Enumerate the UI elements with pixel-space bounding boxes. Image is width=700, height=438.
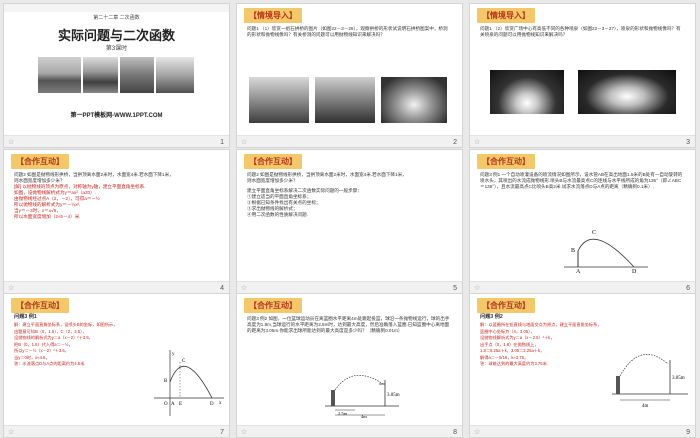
star-icon[interactable]: ☆: [474, 284, 480, 292]
slide-1-footer: ☆ 1: [4, 135, 229, 147]
star-icon[interactable]: ☆: [241, 138, 247, 146]
sprinkler-diagram: B C A D: [564, 230, 648, 273]
text-line: 解：以篮圈所在铅直线与地面交点为原点，建立平面直角坐标系，: [480, 322, 602, 327]
label-b: B: [164, 379, 168, 384]
slide-7-footer: ☆ 7: [4, 425, 229, 437]
slide-2-text: 问题1 （1）欣赏一组石拱桥的图片（如图22－3－26），观察拱桥的形状试说明石…: [247, 26, 448, 37]
slide-1-website: 第一PPT模板网-WWW.1PPT.COM: [70, 113, 163, 119]
slide-thumbnail-9[interactable]: 【合作互动】 问题3 例2 解：以篮圈所在铅直线与地面交点为原点，建立平面直角坐…: [469, 293, 696, 438]
slide-9-footer: ☆ 9: [470, 425, 695, 437]
ball-parabola: [334, 375, 384, 391]
text-line: 所以水面宽度增加（2√6－4）米.: [14, 214, 81, 219]
label-c: C: [182, 359, 186, 364]
label-y: y: [172, 352, 175, 357]
slide-8-tag: 【合作互动】: [244, 298, 302, 313]
slide-3-tag: 【情境导入】: [477, 8, 535, 23]
label-a: A: [171, 402, 175, 407]
player-figure: [616, 376, 620, 394]
label-height: 3.05m: [387, 393, 400, 398]
label-c: C: [592, 230, 596, 236]
label-height: 3.05m: [672, 376, 685, 381]
slide-thumbnail-1[interactable]: 第二十二章 二次函数 实际问题与二次函数 第3课时 第一PPT模板网-WWW.1…: [3, 3, 230, 148]
star-icon[interactable]: ☆: [8, 284, 14, 292]
slide-9-tag: 【合作互动】: [477, 298, 535, 313]
basketball-coordinate-diagram: 3.05m 4m: [612, 354, 688, 409]
slide-2-tag: 【情境导入】: [244, 8, 302, 23]
slide-number: 5: [453, 285, 457, 292]
slide-thumbnail-8[interactable]: 【合作互动】 问题3 例2 如图，一位篮球运动员在离篮圈水平距离4m处跳起投篮，…: [236, 293, 463, 438]
fountain-photo-1: [490, 70, 564, 114]
slide-1-title: 实际问题与二次函数: [57, 28, 175, 43]
fountain-photo-2: [578, 70, 676, 114]
water-parabola: [577, 238, 635, 268]
slide-number: 3: [686, 139, 690, 146]
bridge-photo-1: [38, 57, 81, 93]
stone-bridge-photo-3: [381, 77, 447, 123]
slide-7-tag: 【合作互动】: [11, 298, 69, 313]
bridge-photo-4: [156, 57, 194, 93]
stone-bridge-photo-2: [315, 77, 375, 123]
slide-5-text: 问题2 如图是抛物线形拱桥，当拱顶离水面2米时，水面宽4米.若水面下降1米， 则…: [247, 172, 452, 218]
label-x: x: [219, 401, 222, 406]
label-d: D: [210, 402, 214, 407]
bridge-photo-2: [83, 57, 118, 93]
slide-4-tag: 【合作互动】: [11, 154, 69, 169]
slide-6-footer: ☆ 6: [470, 281, 695, 293]
star-icon[interactable]: ☆: [8, 428, 14, 436]
label-o: O: [164, 402, 168, 407]
star-icon[interactable]: ☆: [474, 428, 480, 436]
bridge-photo-3: [120, 57, 154, 93]
slide-number: 4: [220, 285, 224, 292]
text-line: 答：球能达到的最大高度约为3.75米.: [480, 361, 548, 366]
slide-number: 6: [686, 285, 690, 292]
slide-5-tag: 【合作互动】: [244, 154, 302, 169]
star-icon[interactable]: ☆: [241, 284, 247, 292]
slide-2-footer: ☆ 2: [237, 135, 462, 147]
label-d: D: [632, 269, 637, 273]
ball-parabola: [619, 354, 669, 377]
slide-7-heading: 问题3 例1: [14, 314, 37, 320]
slide-1-subtitle: 第3课时: [105, 46, 128, 52]
slide-8-text: 问题3 例2 如图，一位篮球运动员在离篮圈水平距离4m处跳起投篮，球沿一条抛物线…: [247, 316, 450, 333]
label-e: E: [179, 402, 182, 407]
basketball-diagram: 3.05m 2.5m 4m: [325, 375, 400, 418]
slide-3-text: 问题1 （2）欣赏广场中心有高低不同的各种喷泉（如图22－3－27），喷泉的形状…: [480, 26, 681, 37]
text-line: ④用二次函数的性质解决问题.: [247, 212, 308, 217]
label-a: A: [576, 269, 581, 273]
slide-9-heading: 问题3 例2: [480, 314, 503, 320]
label-b: B: [571, 248, 575, 254]
slide-1-top-bar: [4, 4, 229, 12]
slide-number: 2: [453, 139, 457, 146]
label-4m: 4m: [361, 414, 367, 418]
star-icon[interactable]: ☆: [8, 138, 14, 146]
slide-number: 7: [220, 429, 224, 436]
slide-3-footer: ☆ 3: [470, 135, 695, 147]
slide-7-text: 解：建立平面直角坐标系，设喷头B的坐标，如图所示， 由题意可知B（0，1.5），…: [14, 322, 152, 368]
slide-number: 1: [220, 139, 224, 146]
slide-thumbnail-6[interactable]: 【合作互动】 问题3 例1 一个自动喷灌设备的喷流情况如图所示，设水管AB在高出…: [469, 149, 696, 294]
water-parabola: [169, 365, 213, 399]
slide-8-footer: ☆ 8: [237, 425, 462, 437]
sprinkler-coordinate-diagram: y x C B O A E D: [154, 350, 224, 416]
slide-thumbnail-2[interactable]: 【情境导入】 问题1 （1）欣赏一组石拱桥的图片（如图22－3－26），观察拱桥…: [236, 3, 463, 148]
slide-6-tag: 【合作互动】: [477, 154, 535, 169]
slide-6-text: 问题3 例1 一个自动喷灌设备的喷流情况如图所示，设水管AB在高出地面1.5米的…: [480, 172, 683, 189]
slide-9-text: 解：以篮圈所在铅直线与地面交点为原点，建立平面直角坐标系， 篮圈中心坐标为（4，…: [480, 322, 608, 368]
text-line: 答：水流落点D与A点的距离约为4.6米.: [14, 361, 86, 366]
slide-thumbnail-3[interactable]: 【情境导入】 问题1 （2）欣赏广场中心有高低不同的各种喷泉（如图22－3－27…: [469, 3, 696, 148]
slide-thumbnail-7[interactable]: 【合作互动】 问题3 例1 解：建立平面直角坐标系，设喷头B的坐标，如图所示， …: [3, 293, 230, 438]
star-icon[interactable]: ☆: [241, 428, 247, 436]
slide-4-text: 问题2 如图是抛物线形拱桥，当拱顶离水面2米时，水面宽4米.若水面下降1米， 则…: [14, 172, 219, 220]
slide-thumbnail-5[interactable]: 【合作互动】 问题2 如图是抛物线形拱桥，当拱顶离水面2米时，水面宽4米.若水面…: [236, 149, 463, 294]
player-figure: [331, 390, 335, 406]
label-4m: 4m: [642, 404, 649, 409]
slide-number: 8: [453, 429, 457, 436]
slide-1-chapter: 第二十二章 二次函数: [93, 15, 140, 21]
stone-bridge-photo-1: [249, 77, 309, 123]
star-icon[interactable]: ☆: [474, 138, 480, 146]
slide-5-footer: ☆ 5: [237, 281, 462, 293]
slide-number: 9: [686, 429, 690, 436]
slide-thumbnail-4[interactable]: 【合作互动】 问题2 如图是抛物线形拱桥，当拱顶离水面2米时，水面宽4米.若水面…: [3, 149, 230, 294]
slide-4-footer: ☆ 4: [4, 281, 229, 293]
